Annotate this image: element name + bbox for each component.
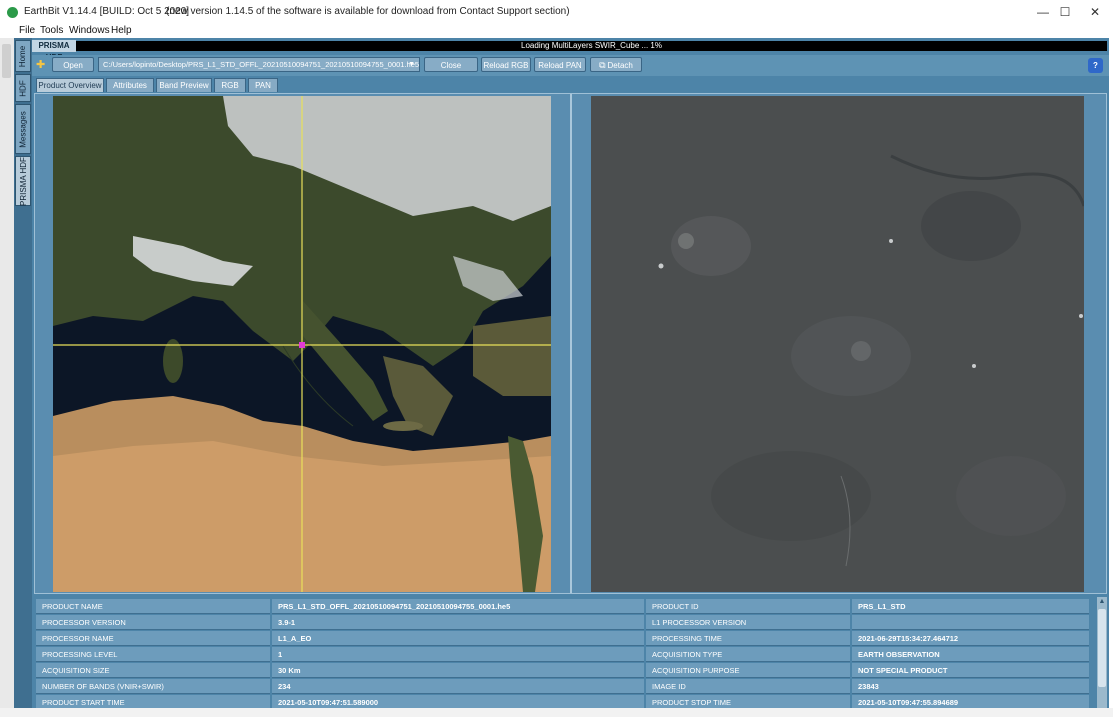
help-icon[interactable]: ?	[1088, 58, 1103, 73]
info-value: PRS_L1_STD	[852, 599, 1089, 614]
left-margin	[0, 38, 14, 708]
menu-help[interactable]: Help	[111, 25, 132, 36]
info-value: 2021-06-29T15:34:27.464712	[852, 631, 1089, 646]
table-row: PROCESSOR VERSION 3.9-1 L1 PROCESSOR VER…	[36, 615, 1089, 630]
tab-band-preview[interactable]: Band Preview	[156, 78, 212, 92]
menu-tools[interactable]: Tools	[40, 25, 63, 36]
target-marker[interactable]	[299, 342, 305, 348]
table-row: NUMBER OF BANDS (VNIR+SWIR) 234 IMAGE ID…	[36, 679, 1089, 694]
side-tab-messages[interactable]: Messages	[15, 104, 31, 154]
update-notice[interactable]: (new version 1.14.5 of the software is a…	[166, 6, 570, 17]
side-tab-label: Home	[18, 45, 28, 67]
panel-divider[interactable]	[570, 94, 572, 593]
side-tab-label: HDF	[18, 79, 28, 97]
open-folder-icon[interactable]: ✚	[36, 59, 48, 71]
minimize-icon[interactable]: —	[1033, 3, 1053, 21]
title-bar: EarthBit V1.14.4 [BUILD: Oct 5 2020] (ne…	[0, 0, 1113, 24]
close-window-icon[interactable]: ✕	[1085, 3, 1105, 21]
info-value: EARTH OBSERVATION	[852, 647, 1089, 662]
info-value: NOT SPECIAL PRODUCT	[852, 663, 1089, 678]
detach-button[interactable]: ⧉ Detach	[590, 57, 642, 72]
panel-tab-prisma-hdf[interactable]: PRISMA HDF	[32, 40, 76, 62]
info-value: 234	[272, 679, 644, 694]
tab-attributes[interactable]: Attributes	[106, 78, 154, 92]
info-value: 30 Km	[272, 663, 644, 678]
pan-image-preview[interactable]	[591, 96, 1084, 592]
product-overview-viewer	[34, 93, 1107, 594]
reload-rgb-button[interactable]: Reload RGB	[481, 57, 531, 72]
overview-map-graphic	[53, 96, 551, 592]
window-title: EarthBit V1.14.4 [BUILD: Oct 5 2020]	[24, 6, 190, 17]
side-tab-home[interactable]: Home	[15, 40, 31, 72]
tab-rgb[interactable]: RGB	[214, 78, 246, 92]
menu-windows[interactable]: Windows	[69, 25, 110, 36]
menu-file[interactable]: File	[19, 25, 35, 36]
file-path-value: C:/Users/lopinto/Desktop/PRS_L1_STD_OFFL…	[103, 60, 420, 69]
tab-pan[interactable]: PAN	[248, 78, 278, 92]
info-scrollbar[interactable]: ▲	[1097, 597, 1107, 708]
info-key: PRODUCT ID	[646, 599, 850, 614]
scroll-up-icon[interactable]: ▲	[1097, 597, 1107, 607]
maximize-icon[interactable]: ☐	[1055, 3, 1075, 21]
side-tab-hdf[interactable]: HDF	[15, 74, 31, 102]
info-key: L1 PROCESSOR VERSION	[646, 615, 850, 630]
prisma-hdf-panel: PRISMA HDF Loading MultiLayers SWIR_Cube…	[32, 38, 1109, 708]
table-row: PRODUCT START TIME 2021-05-10T09:47:51.5…	[36, 695, 1089, 708]
info-key: PROCESSING LEVEL	[36, 647, 270, 662]
info-value: PRS_L1_STD_OFFL_20210510094751_202105100…	[272, 599, 644, 614]
open-button[interactable]: Open	[52, 57, 94, 72]
chevron-down-icon[interactable]: ▼	[408, 58, 415, 71]
info-key: ACQUISITION PURPOSE	[646, 663, 850, 678]
table-row: PROCESSING LEVEL 1 ACQUISITION TYPE EART…	[36, 647, 1089, 662]
info-key: ACQUISITION SIZE	[36, 663, 270, 678]
info-value: 2021-05-10T09:47:55.894689	[852, 695, 1089, 708]
earthbit-logo-icon	[7, 7, 18, 18]
tab-product-overview[interactable]: Product Overview	[36, 78, 104, 92]
table-row: PRODUCT NAME PRS_L1_STD_OFFL_20210510094…	[36, 599, 1089, 614]
dock-handle-icon	[2, 44, 11, 78]
overview-map[interactable]	[53, 96, 551, 592]
info-key: PRODUCT NAME	[36, 599, 270, 614]
side-tab-label: PRISMA HDF	[18, 156, 28, 206]
side-tab-bar: Home HDF Messages PRISMA HDF	[14, 38, 32, 708]
info-value: 1	[272, 647, 644, 662]
info-key: PROCESSING TIME	[646, 631, 850, 646]
pan-image-graphic	[591, 96, 1084, 592]
info-value: 2021-05-10T09:47:51.589000	[272, 695, 644, 708]
side-tab-label: Messages	[18, 110, 28, 148]
info-value: L1_A_EO	[272, 631, 644, 646]
info-key: IMAGE ID	[646, 679, 850, 694]
toolbar: ✚ Open C:/Users/lopinto/Desktop/PRS_L1_S…	[32, 55, 1109, 76]
reload-pan-button[interactable]: Reload PAN	[534, 57, 586, 72]
info-value: 23843	[852, 679, 1089, 694]
info-key: ACQUISITION TYPE	[646, 647, 850, 662]
detach-icon: ⧉	[599, 60, 606, 70]
file-path-combobox[interactable]: C:/Users/lopinto/Desktop/PRS_L1_STD_OFFL…	[98, 57, 420, 72]
detach-label: Detach	[607, 61, 633, 70]
info-key: NUMBER OF BANDS (VNIR+SWIR)	[36, 679, 270, 694]
info-key: PRODUCT STOP TIME	[646, 695, 850, 708]
info-key: PRODUCT START TIME	[36, 695, 270, 708]
product-info-table: PRODUCT NAME PRS_L1_STD_OFFL_20210510094…	[36, 597, 1097, 708]
info-value	[852, 615, 1089, 630]
info-key: PROCESSOR VERSION	[36, 615, 270, 630]
info-key: PROCESSOR NAME	[36, 631, 270, 646]
bottom-margin	[0, 708, 1113, 717]
tab-bar: Product Overview Attributes Band Preview…	[32, 78, 1109, 92]
loading-progress-bar: Loading MultiLayers SWIR_Cube ... 1%	[76, 41, 1107, 51]
scroll-thumb[interactable]	[1098, 609, 1106, 687]
close-button[interactable]: Close	[424, 57, 478, 72]
table-row: PROCESSOR NAME L1_A_EO PROCESSING TIME 2…	[36, 631, 1089, 646]
menu-bar: File Tools Windows Help	[0, 24, 1113, 38]
table-row: ACQUISITION SIZE 30 Km ACQUISITION PURPO…	[36, 663, 1089, 678]
side-tab-prisma-hdf[interactable]: PRISMA HDF	[15, 156, 31, 206]
info-value: 3.9-1	[272, 615, 644, 630]
